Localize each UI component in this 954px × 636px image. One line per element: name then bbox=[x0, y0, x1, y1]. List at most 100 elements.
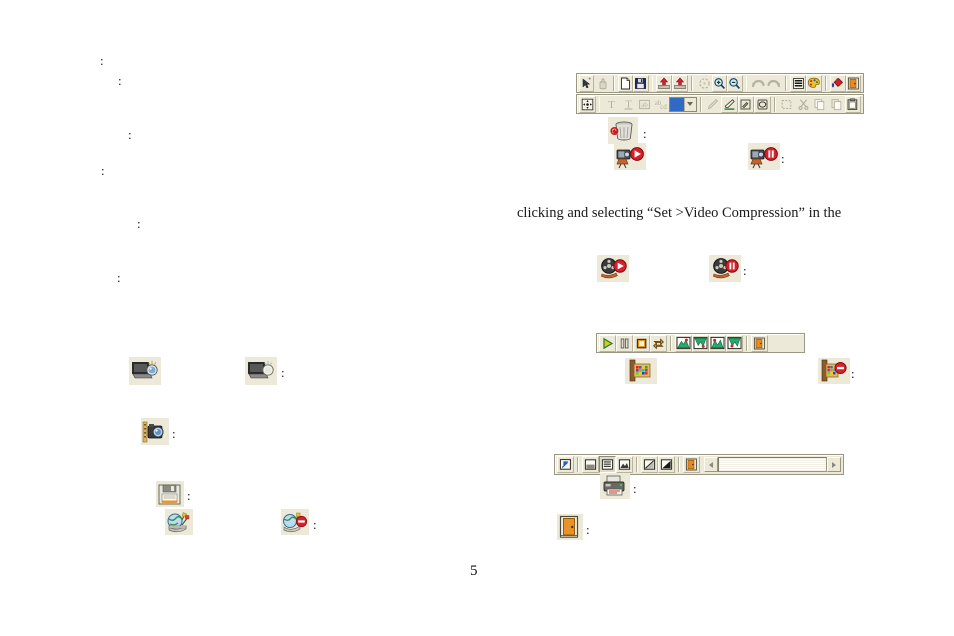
new-file-icon-glyph bbox=[620, 77, 630, 89]
waveform-valley-icon[interactable] bbox=[692, 334, 709, 352]
exit-door-icon[interactable] bbox=[683, 456, 700, 473]
toolbar-separator bbox=[785, 75, 788, 91]
new-file-icon[interactable] bbox=[617, 74, 634, 92]
text-align-icon[interactable]: ab cd bbox=[653, 96, 670, 113]
globe-tools-stop-icon[interactable] bbox=[281, 509, 309, 535]
zoom-out-icon[interactable] bbox=[727, 74, 743, 92]
brush-icon[interactable] bbox=[737, 95, 755, 113]
arrow-select-icon[interactable] bbox=[579, 74, 595, 92]
pan-hand-icon[interactable] bbox=[594, 75, 609, 92]
scroll-right-button[interactable] bbox=[827, 457, 841, 472]
color-book-stop-icon-glyph bbox=[821, 359, 847, 382]
clipboard-icon[interactable] bbox=[844, 95, 862, 113]
toolbar-separator bbox=[773, 96, 776, 112]
paste-icon[interactable] bbox=[828, 96, 845, 113]
paint-bucket-icon[interactable] bbox=[829, 74, 846, 92]
toolbar-separator bbox=[636, 457, 638, 472]
monitor-light-off-icon[interactable] bbox=[245, 357, 277, 385]
save-icon[interactable] bbox=[633, 74, 649, 92]
list-view-icon-glyph bbox=[601, 459, 614, 470]
palette-icon[interactable] bbox=[805, 74, 822, 92]
main-toolbar-row-1[interactable] bbox=[576, 73, 864, 93]
select-rect-icon[interactable] bbox=[779, 96, 796, 113]
camera-record-icon[interactable] bbox=[614, 143, 646, 170]
colon-marker: : bbox=[643, 126, 647, 141]
stop-icon[interactable] bbox=[633, 334, 650, 352]
fullscreen-icon[interactable] bbox=[557, 456, 574, 473]
split-horizontal-icon[interactable] bbox=[582, 456, 599, 473]
list-view-icon[interactable] bbox=[599, 456, 616, 473]
globe-tools-icon[interactable] bbox=[165, 509, 193, 535]
film-camera-icon[interactable] bbox=[141, 418, 169, 445]
recycle-bin-icon[interactable] bbox=[608, 117, 638, 144]
film-reel-pause-icon[interactable] bbox=[709, 255, 741, 282]
export-red-icon-glyph bbox=[674, 77, 687, 89]
scroll-trough[interactable] bbox=[718, 457, 827, 472]
play-green-icon-glyph bbox=[603, 337, 614, 349]
list-lines-icon[interactable] bbox=[790, 74, 806, 92]
film-reel-play-icon-glyph bbox=[601, 258, 627, 279]
main-toolbar-row-2[interactable]: T T ab ab cd bbox=[576, 94, 864, 114]
redo-icon[interactable] bbox=[766, 75, 782, 92]
gradient-dark-icon-glyph bbox=[660, 459, 673, 470]
image-view-icon[interactable] bbox=[616, 456, 633, 473]
font-size-combo[interactable] bbox=[669, 96, 697, 112]
eraser-icon[interactable] bbox=[721, 95, 738, 113]
loop-icon[interactable] bbox=[650, 334, 667, 352]
monitor-light-icon[interactable] bbox=[129, 357, 161, 385]
film-reel-play-icon[interactable] bbox=[597, 255, 629, 282]
shape-icon-glyph bbox=[757, 99, 768, 109]
palette-icon-glyph bbox=[807, 77, 820, 88]
waveform-dip-icon[interactable] bbox=[726, 334, 743, 352]
toolbar-separator bbox=[598, 96, 601, 112]
toolbar-separator bbox=[691, 75, 694, 91]
floppy-save-icon[interactable] bbox=[156, 481, 184, 507]
waveform-peak-icon[interactable] bbox=[709, 334, 726, 352]
colon-marker: : bbox=[781, 151, 785, 166]
zoom-in-icon[interactable] bbox=[711, 74, 728, 92]
waveform-peak-up-icon[interactable] bbox=[675, 334, 692, 352]
text-underline-icon[interactable]: T bbox=[620, 96, 637, 113]
toolbar-separator bbox=[678, 457, 680, 472]
text-box-icon[interactable]: ab bbox=[636, 96, 653, 113]
pause-icon[interactable] bbox=[616, 334, 633, 352]
pencil-icon-glyph bbox=[707, 98, 719, 109]
film-reel-pause-icon-glyph bbox=[713, 258, 739, 279]
printer-icon-glyph bbox=[603, 475, 625, 496]
exit-door-icon[interactable] bbox=[751, 334, 768, 352]
copy-icon[interactable] bbox=[812, 96, 829, 113]
colon-marker: : bbox=[281, 365, 285, 380]
play-green-icon[interactable] bbox=[599, 334, 616, 352]
cut-icon[interactable] bbox=[795, 96, 812, 113]
page-number: 5 bbox=[470, 563, 478, 579]
fit-screen-icon[interactable] bbox=[696, 75, 711, 92]
undo-icon[interactable] bbox=[750, 75, 766, 92]
camera-pause-icon[interactable] bbox=[748, 143, 780, 170]
color-book-stop-icon[interactable] bbox=[818, 358, 850, 384]
pause-icon-glyph bbox=[620, 338, 629, 348]
waveform-peak-icon-glyph bbox=[710, 336, 725, 350]
view-toolbar[interactable] bbox=[554, 454, 844, 475]
film-camera-icon-glyph bbox=[142, 421, 164, 442]
exit-door-icon[interactable] bbox=[845, 74, 861, 92]
printer-icon[interactable] bbox=[600, 473, 630, 499]
gradient-dark-icon[interactable] bbox=[658, 456, 675, 473]
colon-marker: : bbox=[118, 73, 122, 88]
import-red-icon[interactable] bbox=[656, 74, 673, 92]
gradient-diag-icon[interactable] bbox=[641, 456, 658, 473]
playback-toolbar[interactable] bbox=[596, 333, 805, 353]
color-book-icon[interactable] bbox=[625, 358, 657, 384]
shape-icon[interactable] bbox=[754, 95, 771, 113]
text-tool-icon[interactable]: T bbox=[603, 96, 620, 113]
svg-text:cd: cd bbox=[660, 103, 667, 111]
stop-icon-glyph bbox=[636, 338, 647, 348]
exit-door-icon[interactable] bbox=[557, 514, 583, 540]
pan-hand-icon-glyph bbox=[599, 77, 607, 89]
globe-tools-stop-icon-glyph bbox=[283, 512, 308, 533]
scroll-left-button[interactable] bbox=[704, 457, 718, 472]
crosshair-icon[interactable] bbox=[579, 95, 596, 113]
pencil-icon[interactable] bbox=[705, 96, 722, 113]
chevron-down-icon[interactable] bbox=[683, 97, 696, 111]
toolbar-separator bbox=[670, 335, 672, 351]
export-red-icon[interactable] bbox=[672, 74, 689, 92]
